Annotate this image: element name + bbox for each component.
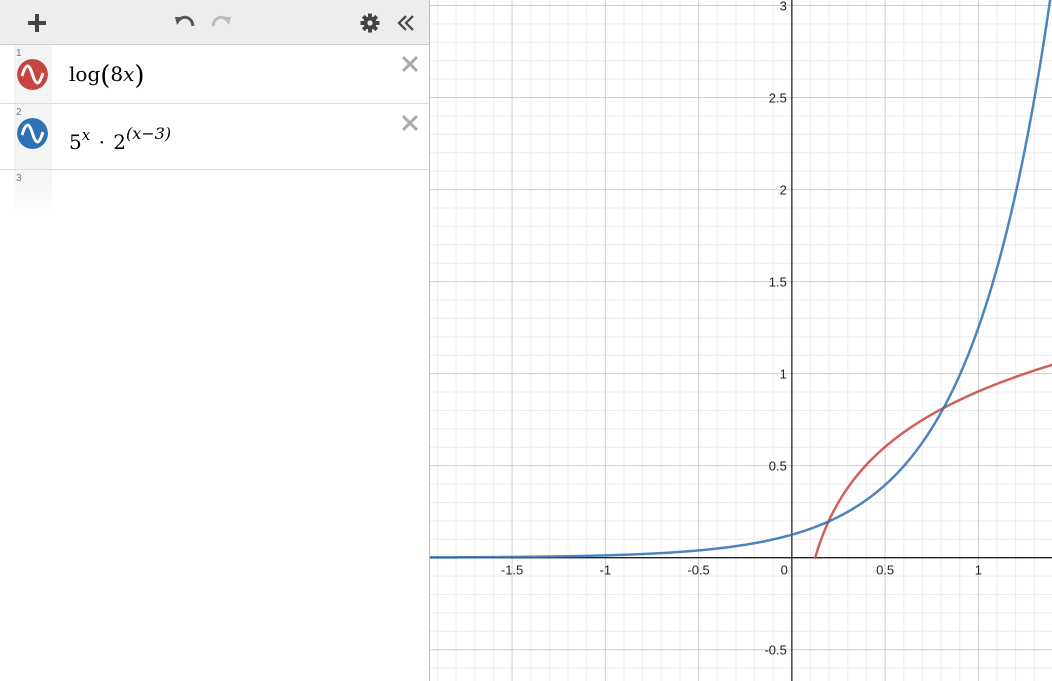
add-expression-button[interactable]	[22, 0, 52, 45]
exponential-curve	[430, 0, 1052, 559]
math-paren-open: (	[100, 61, 111, 91]
y-tick-label: -0.5	[764, 643, 786, 658]
expression-index: 3	[16, 173, 22, 184]
log-curve	[813, 363, 1052, 560]
expression-index: 2	[16, 107, 22, 118]
math-dot: ·	[98, 130, 105, 154]
x-tick-label: -1.5	[501, 563, 523, 578]
x-tick-label: 0.5	[876, 563, 894, 578]
math-exponent: (x−3)	[126, 124, 172, 143]
y-tick-label: 1.5	[769, 275, 787, 290]
double-chevron-left-icon	[397, 14, 414, 31]
y-tick-label: 2	[780, 183, 787, 198]
undo-button[interactable]	[170, 0, 200, 45]
math-paren-close: )	[134, 61, 145, 91]
math-base: 2	[113, 130, 127, 154]
expression-math[interactable]: 5x · 2(x−3)	[69, 124, 171, 154]
x-tick-label: 1	[975, 563, 982, 578]
expression-list: 1 log(8x) 2 5x · 2(x−3) 3	[0, 45, 429, 218]
delete-expression-button[interactable]	[399, 53, 421, 75]
undo-icon	[175, 15, 195, 26]
settings-button[interactable]	[356, 0, 384, 45]
expression-index: 1	[16, 48, 22, 59]
math-function: log	[69, 62, 101, 86]
close-icon	[401, 55, 419, 73]
x-tick-label: -1	[600, 563, 612, 578]
redo-icon	[211, 15, 231, 26]
math-exponent: x	[81, 126, 91, 144]
expression-math[interactable]: log(8x)	[69, 61, 145, 91]
graph-canvas[interactable]: -1.5 -1 -0.5 0 0.5 1 3 2.5 2 1.5 1 0.5 -0.5	[430, 0, 1052, 681]
math-coefficient: 8	[110, 62, 124, 86]
y-tick-label: 1	[780, 367, 787, 382]
expression-gutter: 1	[14, 45, 52, 103]
delete-expression-button[interactable]	[399, 112, 421, 134]
expression-gutter: 2	[14, 104, 52, 169]
gear-icon	[360, 13, 380, 32]
wave-graph-icon[interactable]	[17, 59, 48, 90]
math-variable: x	[123, 62, 135, 86]
redo-button[interactable]	[206, 0, 236, 45]
plus-icon	[28, 13, 46, 32]
expression-toolbar	[0, 0, 429, 45]
graph-paper[interactable]: -1.5 -1 -0.5 0 0.5 1 3 2.5 2 1.5 1 0.5 -0.5	[429, 0, 1052, 681]
empty-expression-row[interactable]: 3	[0, 170, 429, 218]
wave-graph-icon[interactable]	[17, 118, 48, 149]
y-tick-label: 2.5	[769, 91, 787, 106]
expression-panel: 1 log(8x) 2 5x · 2(x−3) 3	[0, 0, 429, 681]
collapse-panel-button[interactable]	[392, 0, 420, 45]
x-tick-label: -0.5	[687, 563, 709, 578]
expression-row[interactable]: 1 log(8x)	[0, 45, 429, 104]
expression-row[interactable]: 2 5x · 2(x−3)	[0, 104, 429, 170]
close-icon	[401, 114, 419, 132]
y-tick-label: 0.5	[769, 459, 787, 474]
x-tick-label: 0	[781, 563, 788, 578]
math-base: 5	[69, 130, 82, 154]
y-tick-label: 3	[780, 0, 787, 14]
expression-gutter: 3	[14, 170, 52, 218]
